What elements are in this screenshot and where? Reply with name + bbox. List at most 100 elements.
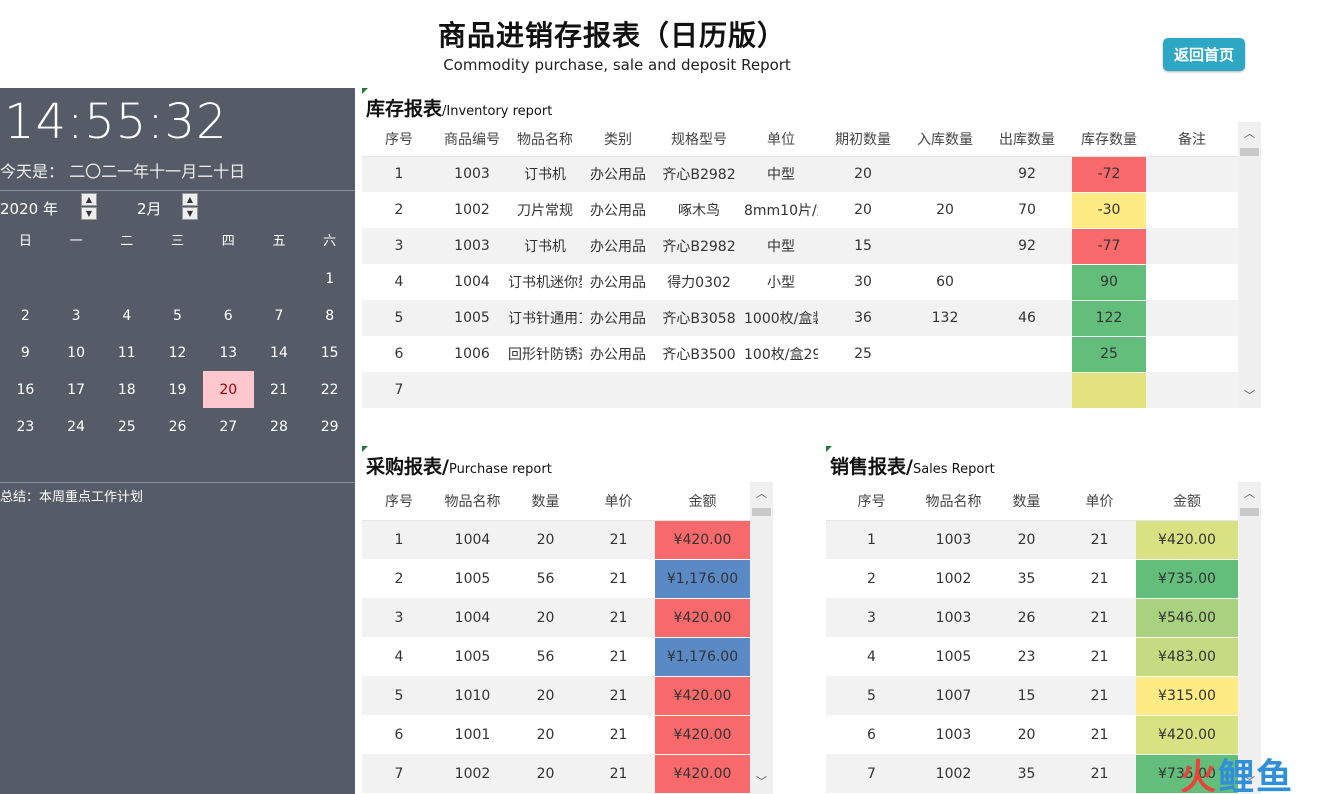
table-cell[interactable]: 30 [818,264,908,300]
table-cell[interactable]: 1 [362,520,436,559]
table-cell[interactable]: 2 [826,559,917,598]
table-cell[interactable]: 7 [362,754,436,793]
calendar-day[interactable]: 27 [203,408,254,445]
table-cell[interactable]: 25 [1072,336,1146,373]
scroll-up-icon[interactable]: ︿ [1238,484,1261,504]
table-cell[interactable]: 92 [982,228,1072,264]
table-cell[interactable]: ¥420.00 [655,715,750,755]
table-cell[interactable]: 齐心B2982 [654,156,744,192]
month-spinner[interactable]: ▲ ▼ [182,193,198,221]
table-cell[interactable]: 56 [509,559,582,598]
table-cell[interactable] [744,372,818,408]
table-cell[interactable]: 1004 [436,598,509,637]
table-cell[interactable]: 2 [362,559,436,598]
table-cell[interactable]: 1005 [436,637,509,676]
table-cell[interactable]: 21 [1063,637,1136,676]
calendar-day[interactable]: 4 [101,297,152,334]
table-cell[interactable]: 4 [362,637,436,676]
table-cell[interactable]: 订书机 [508,156,582,192]
table-cell[interactable]: ¥735.00 [1136,559,1238,599]
table-cell[interactable]: 1002 [917,559,990,598]
table-cell[interactable]: 办公用品 [582,264,654,300]
table-cell[interactable] [1146,156,1238,192]
calendar-day[interactable]: 19 [152,371,203,408]
table-cell[interactable]: 1005 [917,637,990,676]
table-cell[interactable]: 21 [1063,676,1136,715]
table-cell[interactable]: 100枚/盒29m [744,336,818,372]
table-cell[interactable]: 1 [362,156,436,192]
calendar-day[interactable]: 5 [152,297,203,334]
calendar-day[interactable]: 22 [304,371,355,408]
table-cell[interactable]: 4 [362,264,436,300]
table-cell[interactable]: 70 [982,192,1072,228]
calendar-day[interactable]: 14 [254,334,305,371]
table-cell[interactable]: ¥483.00 [1136,637,1238,677]
table-cell[interactable]: ¥420.00 [1136,520,1238,560]
table-cell[interactable]: 齐心B3058 [654,300,744,336]
table-cell[interactable] [1146,300,1238,336]
table-cell[interactable] [982,336,1072,372]
table-cell[interactable]: 35 [990,559,1063,598]
table-cell[interactable]: 21 [1063,754,1136,793]
table-cell[interactable] [1146,336,1238,372]
scroll-down-icon[interactable]: ﹀ [750,772,773,792]
table-cell[interactable]: 21 [582,598,655,637]
table-cell[interactable]: -30 [1072,192,1146,229]
calendar-day[interactable]: 28 [254,408,305,445]
table-cell[interactable]: 1004 [436,264,508,300]
table-cell[interactable]: 20 [509,520,582,559]
table-cell[interactable]: 1003 [917,520,990,559]
table-cell[interactable]: 15 [818,228,908,264]
calendar-day[interactable]: 29 [304,408,355,445]
scroll-thumb[interactable] [1240,148,1259,156]
table-cell[interactable]: 小型 [744,264,818,300]
table-cell[interactable]: 1005 [436,300,508,336]
table-cell[interactable]: 35 [990,754,1063,793]
table-cell[interactable]: ¥546.00 [1136,598,1238,638]
table-cell[interactable]: 7 [826,754,917,793]
table-cell[interactable]: 21 [582,559,655,598]
table-cell[interactable]: 20 [818,192,908,228]
calendar-day[interactable]: 9 [0,334,51,371]
table-cell[interactable]: 得力0302 [654,264,744,300]
table-cell[interactable] [1146,372,1238,408]
table-cell[interactable]: ¥1,176.00 [655,559,750,599]
table-cell[interactable]: 2 [362,192,436,228]
calendar-day[interactable]: 26 [152,408,203,445]
calendar-day[interactable]: 21 [254,371,305,408]
table-cell[interactable]: 8mm10片/盒 [744,192,818,228]
table-cell[interactable]: -77 [1072,228,1146,265]
calendar-day[interactable]: 2 [0,297,51,334]
table-cell[interactable] [818,372,908,408]
table-cell[interactable]: 订书针通用12 [508,300,582,336]
table-cell[interactable]: 刀片常规 [508,192,582,228]
table-cell[interactable]: 1007 [917,676,990,715]
calendar-day[interactable]: 13 [203,334,254,371]
table-cell[interactable] [1146,228,1238,264]
table-cell[interactable]: 21 [1063,715,1136,754]
table-cell[interactable]: 132 [908,300,982,336]
table-cell[interactable]: 3 [362,598,436,637]
table-cell[interactable]: -72 [1072,156,1146,193]
calendar-day[interactable]: 23 [0,408,51,445]
table-cell[interactable]: 办公用品 [582,192,654,228]
scroll-up-icon[interactable]: ︿ [750,484,773,504]
table-cell[interactable]: 齐心B2982 [654,228,744,264]
table-cell[interactable]: 1002 [917,754,990,793]
table-cell[interactable] [982,372,1072,408]
calendar-day[interactable]: 24 [51,408,102,445]
scroll-up-icon[interactable]: ︿ [1238,124,1261,144]
table-cell[interactable]: 1003 [436,228,508,264]
table-cell[interactable]: 1000枚/盒装订2 [744,300,818,336]
table-cell[interactable]: 啄木鸟 [654,192,744,228]
calendar-day[interactable]: 18 [101,371,152,408]
table-cell[interactable]: 21 [582,676,655,715]
calendar-day-selected[interactable]: 20 [202,371,254,408]
table-cell[interactable]: 56 [509,637,582,676]
scroll-thumb[interactable] [1240,508,1259,516]
table-cell[interactable]: 1 [826,520,917,559]
table-cell[interactable]: 60 [908,264,982,300]
calendar-day[interactable]: 25 [101,408,152,445]
table-cell[interactable]: 6 [362,715,436,754]
table-cell[interactable]: 1003 [917,715,990,754]
